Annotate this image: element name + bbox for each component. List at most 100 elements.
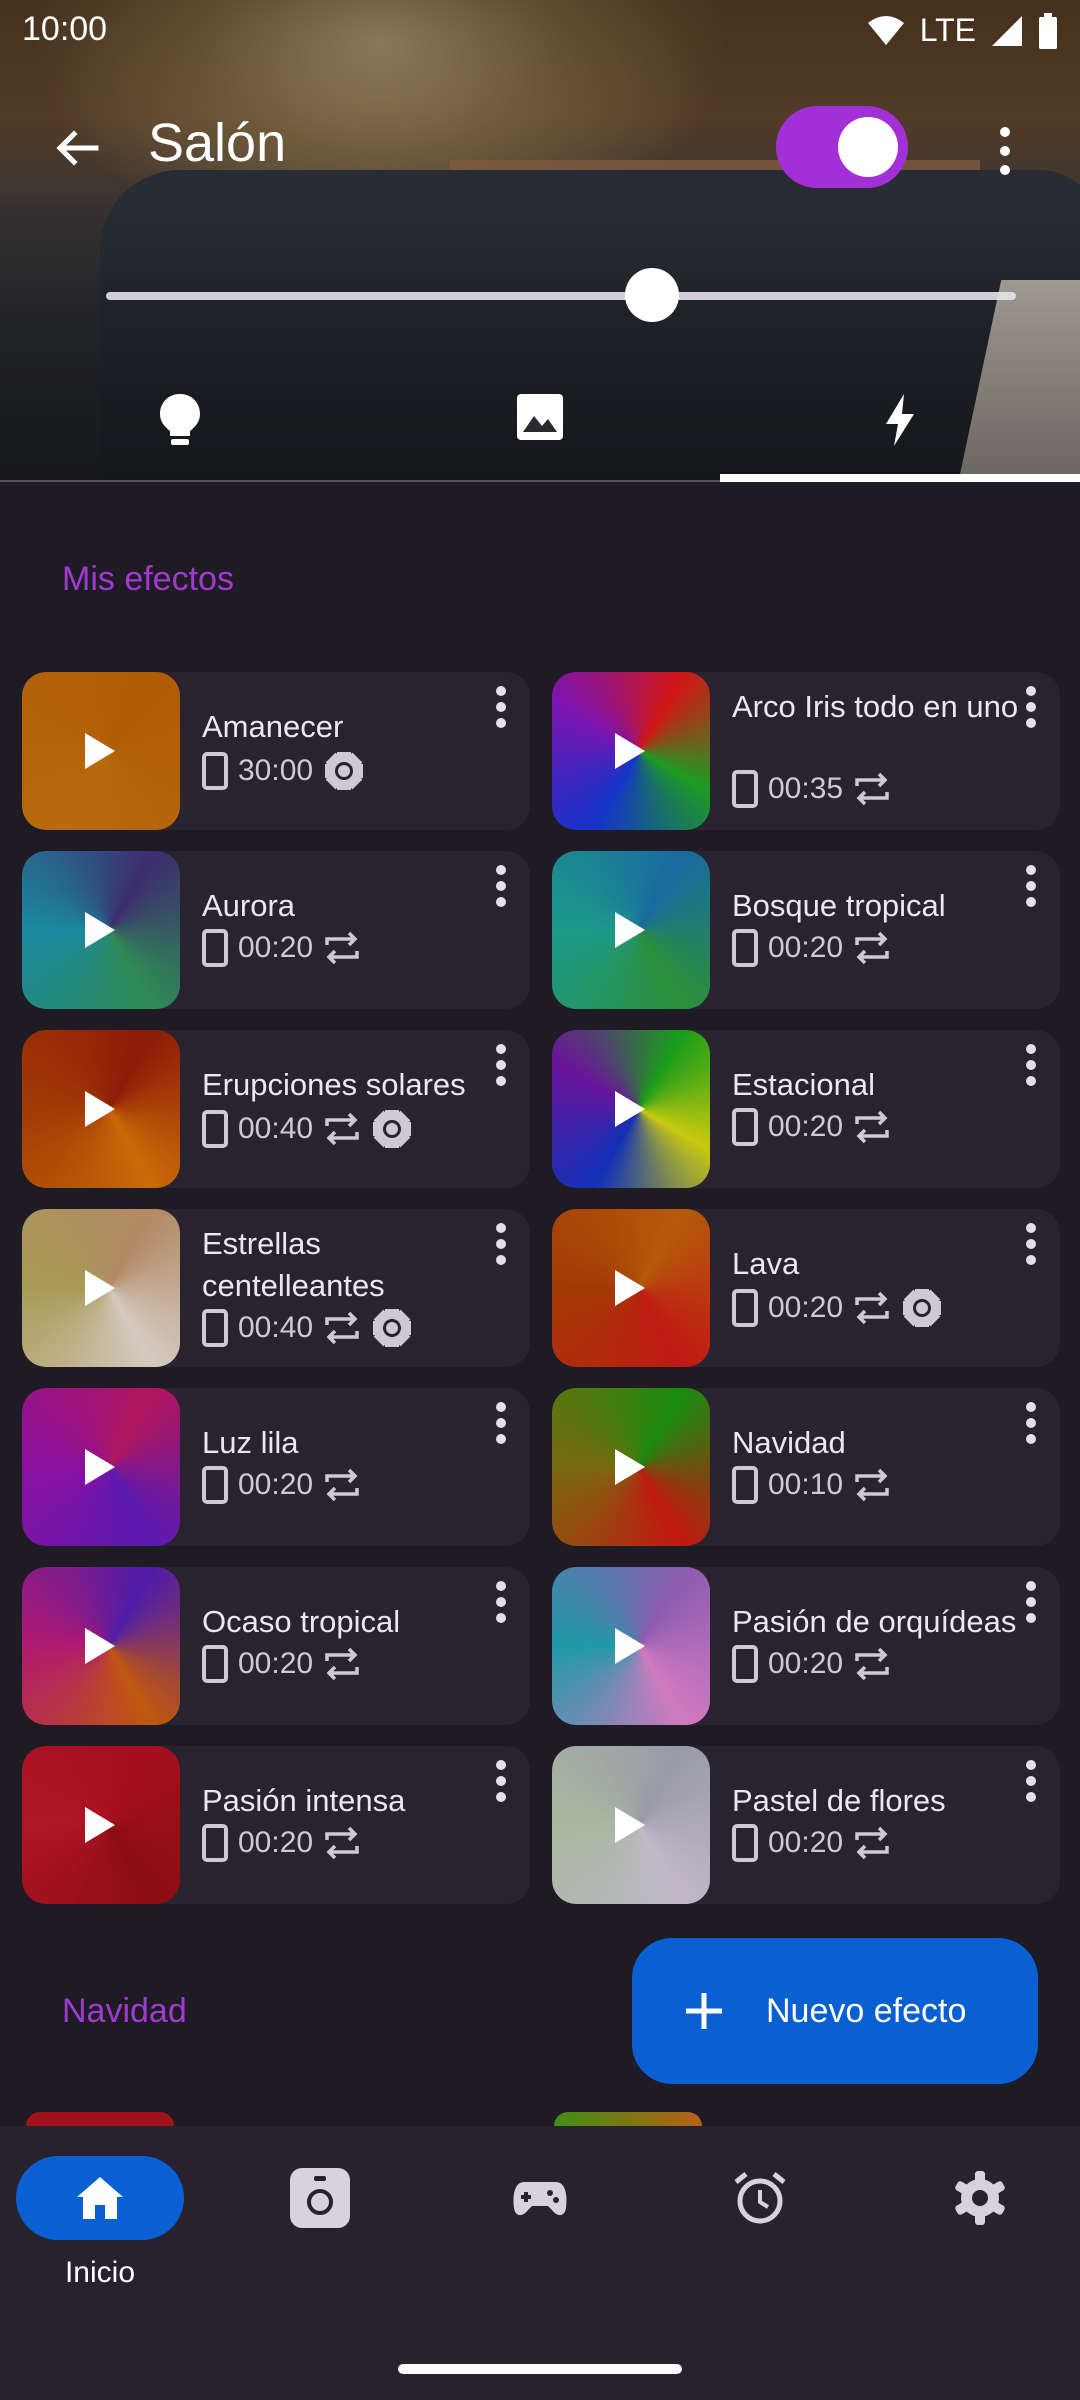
more-vert-icon[interactable] (1026, 865, 1038, 907)
effect-card[interactable]: Ocaso tropical 00:20 (22, 1567, 530, 1725)
effect-name: Bosque tropical (732, 888, 946, 923)
wifi-icon (867, 15, 904, 45)
play-icon[interactable] (615, 1449, 645, 1485)
effect-card[interactable]: Amanecer 30:00 (22, 672, 530, 830)
effect-card[interactable]: Lava 00:20 (552, 1209, 1060, 1367)
power-toggle[interactable] (776, 106, 908, 188)
effect-thumbnail[interactable] (552, 851, 710, 1009)
effect-name: Arco Iris todo en uno (732, 689, 1019, 724)
effect-name: Pasión intensa (202, 1783, 406, 1818)
toggle-knob (838, 117, 898, 177)
effect-meta: 00:35 (732, 770, 891, 808)
effect-card[interactable]: Estacional 00:20 (552, 1030, 1060, 1188)
effect-thumbnail[interactable] (552, 672, 710, 830)
more-vert-icon[interactable] (1026, 686, 1038, 728)
effect-thumbnail[interactable] (22, 1746, 180, 1904)
phone-icon (202, 1466, 228, 1504)
more-vert-icon[interactable] (990, 124, 1020, 178)
effect-thumbnail[interactable] (22, 1388, 180, 1546)
effect-thumbnail[interactable] (22, 1209, 180, 1367)
play-icon[interactable] (615, 1270, 645, 1306)
effect-thumbnail[interactable] (552, 1030, 710, 1188)
effect-meta: 00:20 (732, 929, 891, 967)
phone-icon (732, 1824, 758, 1862)
effect-card[interactable]: Erupciones solares 00:40 (22, 1030, 530, 1188)
play-icon[interactable] (85, 1807, 115, 1843)
nav-item-devices[interactable] (212, 2156, 428, 2316)
tab-scenes[interactable] (360, 380, 720, 480)
brightness-icon (373, 1309, 412, 1347)
more-vert-icon[interactable] (496, 1760, 508, 1802)
more-vert-icon[interactable] (1026, 1581, 1038, 1623)
phone-icon (732, 1289, 758, 1327)
effect-card[interactable]: Bosque tropical 00:20 (552, 851, 1060, 1009)
play-icon[interactable] (615, 1807, 645, 1843)
more-vert-icon[interactable] (496, 1223, 508, 1265)
effect-thumbnail[interactable] (552, 1209, 710, 1367)
effect-card[interactable]: Pasión de orquídeas 00:20 (552, 1567, 1060, 1725)
effect-meta: 00:20 (732, 1645, 891, 1683)
play-icon[interactable] (85, 1091, 115, 1127)
more-vert-icon[interactable] (496, 1402, 508, 1444)
more-vert-icon[interactable] (1026, 1760, 1038, 1802)
nav-item-home[interactable]: Inicio (0, 2156, 208, 2316)
nav-item-alarms[interactable] (652, 2156, 868, 2316)
effect-card[interactable]: Arco Iris todo en uno 00:35 (552, 672, 1060, 830)
play-icon[interactable] (85, 1270, 115, 1306)
effect-card[interactable]: Pasión intensa 00:20 (22, 1746, 530, 1904)
gesture-home-indicator[interactable] (398, 2364, 682, 2374)
effect-duration: 30:00 (238, 754, 314, 787)
back-arrow-icon[interactable] (46, 120, 106, 180)
tab-effects[interactable] (720, 380, 1080, 480)
effect-name: Luz lila (202, 1425, 299, 1460)
effect-meta: 30:00 (202, 750, 365, 792)
effect-card[interactable]: Navidad 00:10 (552, 1388, 1060, 1546)
play-icon[interactable] (615, 1628, 645, 1664)
play-icon[interactable] (615, 912, 645, 948)
effect-card[interactable]: Estrellas centelleantes 00:40 (22, 1209, 530, 1367)
next-section-card-peek (554, 2112, 702, 2126)
effect-name: Navidad (732, 1425, 846, 1460)
effect-card[interactable]: Pastel de flores 00:20 (552, 1746, 1060, 1904)
effect-card[interactable]: Luz lila 00:20 (22, 1388, 530, 1546)
effect-thumbnail[interactable] (22, 672, 180, 830)
more-vert-icon[interactable] (496, 1581, 508, 1623)
plus-icon (686, 1993, 722, 2029)
tab-light[interactable] (0, 380, 360, 480)
play-icon[interactable] (85, 912, 115, 948)
nav-item-settings[interactable] (872, 2156, 1080, 2316)
more-vert-icon[interactable] (1026, 1223, 1038, 1265)
effect-card[interactable]: Aurora 00:20 (22, 851, 530, 1009)
slider-thumb[interactable] (625, 268, 679, 322)
repeat-icon (855, 1291, 889, 1325)
effect-thumbnail[interactable] (552, 1567, 710, 1725)
play-icon[interactable] (85, 1628, 115, 1664)
effect-thumbnail[interactable] (22, 1030, 180, 1188)
section-title-navidad: Navidad (62, 1992, 187, 2030)
bottom-navigation: Inicio (0, 2126, 1080, 2400)
status-time: 10:00 (22, 10, 108, 48)
repeat-icon (325, 1112, 359, 1146)
brightness-slider[interactable] (106, 268, 1016, 322)
more-vert-icon[interactable] (496, 1044, 508, 1086)
effect-name: Estrellas centelleantes (202, 1226, 385, 1303)
effect-thumbnail[interactable] (552, 1388, 710, 1546)
repeat-icon (325, 1311, 359, 1345)
effect-thumbnail[interactable] (22, 851, 180, 1009)
play-icon[interactable] (85, 733, 115, 769)
tab-row (0, 380, 1080, 480)
effect-meta: 00:10 (732, 1466, 891, 1504)
effect-thumbnail[interactable] (552, 1746, 710, 1904)
play-icon[interactable] (615, 733, 645, 769)
nav-item-games[interactable] (432, 2156, 648, 2316)
play-icon[interactable] (85, 1449, 115, 1485)
status-bar: 10:00 LTE (0, 0, 1080, 64)
effect-thumbnail[interactable] (22, 1567, 180, 1725)
more-vert-icon[interactable] (1026, 1402, 1038, 1444)
more-vert-icon[interactable] (496, 865, 508, 907)
effect-meta: 00:20 (202, 1824, 361, 1862)
more-vert-icon[interactable] (496, 686, 508, 728)
play-icon[interactable] (615, 1091, 645, 1127)
more-vert-icon[interactable] (1026, 1044, 1038, 1086)
new-effect-button[interactable]: Nuevo efecto (632, 1938, 1038, 2084)
